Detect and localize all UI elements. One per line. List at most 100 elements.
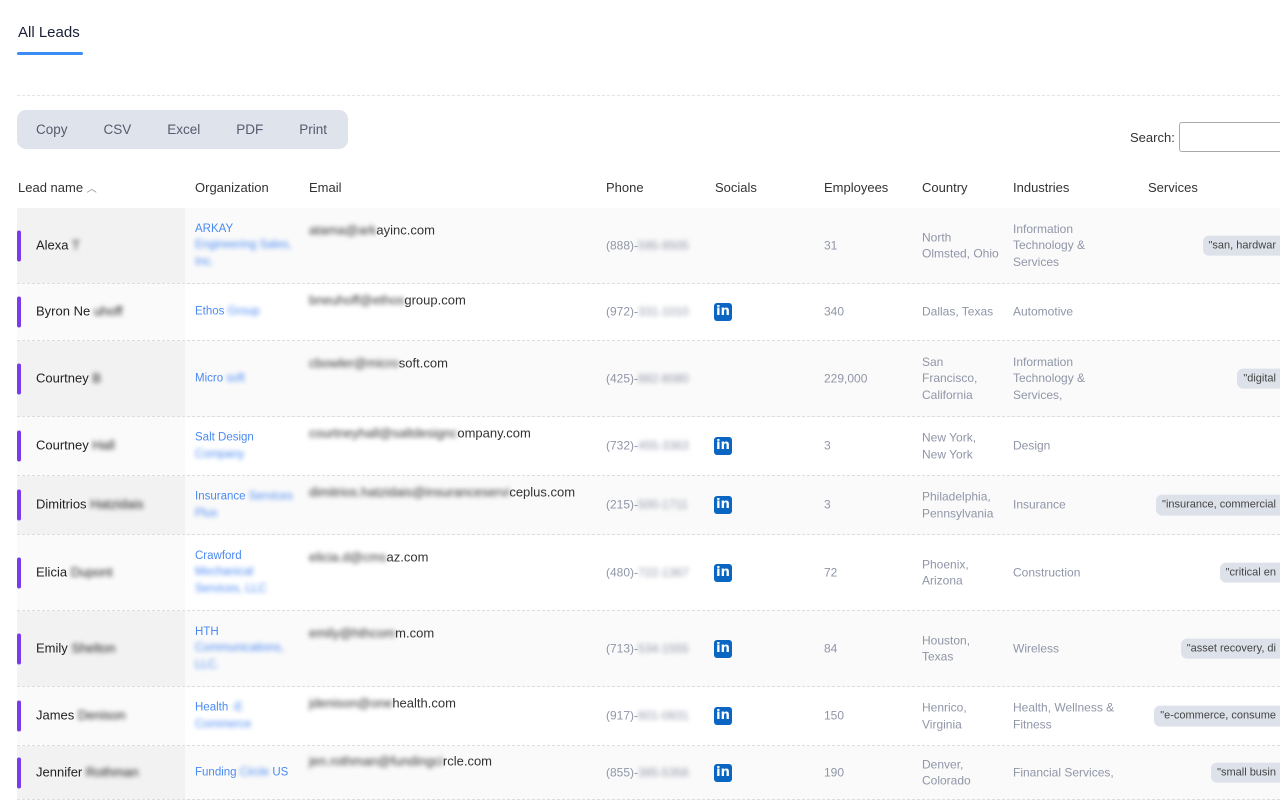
email-visible: ayinc.com (376, 222, 435, 238)
lead-name[interactable]: Alexa T (36, 237, 80, 254)
services-badge: "asset recovery, di (1180, 638, 1280, 659)
pdf-button[interactable]: PDF (218, 122, 281, 137)
services-badge-text: "e-commerce, consume (1154, 705, 1280, 727)
lead-name-visible: Elicia (36, 564, 68, 580)
organization-link[interactable]: Salt Design Company (195, 429, 295, 462)
linkedin-link[interactable]: in (714, 563, 732, 582)
lead-name-redacted: uhoff (93, 303, 123, 319)
country: North Olmsted, Ohio (922, 229, 999, 261)
search-label: Search: (1130, 130, 1175, 145)
table-row[interactable]: Jennifer Rothman Funding Circle US jen.r… (17, 746, 1280, 800)
print-button[interactable]: Print (281, 122, 345, 137)
lead-name-redacted: Hatzidais (90, 496, 144, 512)
header-country[interactable]: Country (922, 180, 968, 195)
header-industries[interactable]: Industries (1013, 180, 1069, 195)
employees: 72 (824, 565, 838, 580)
header-organization[interactable]: Organization (195, 180, 269, 195)
linkedin-icon: in (714, 639, 732, 658)
industries: Insurance (1013, 497, 1066, 512)
phone-visible: (732)- (606, 438, 639, 453)
organization-link[interactable]: ARKAY Engineering Sales, Inc. (195, 220, 295, 270)
organization-link[interactable]: Micro soft (195, 370, 295, 387)
lead-name[interactable]: Byron Ne uhoff (36, 304, 123, 321)
table-row[interactable]: Emily Shelton HTH Communications, LLC. e… (17, 611, 1280, 687)
lead-accent-bar (17, 633, 21, 664)
table-header: Lead name ︿ Organization Email Phone Soc… (0, 178, 1280, 208)
lead-name-visible: Dimitrios (36, 496, 87, 512)
table-row[interactable]: Dimitrios Hatzidais Insurance Services P… (17, 476, 1280, 535)
header-email[interactable]: Email (309, 180, 342, 195)
employees: 340 (824, 304, 845, 319)
lead-accent-bar (17, 700, 21, 732)
excel-button[interactable]: Excel (149, 122, 218, 137)
email-visible: ceplus.com (509, 485, 576, 501)
services-badge: "small busin (1211, 762, 1280, 783)
linkedin-link[interactable]: in (714, 639, 732, 658)
lead-name-visible: Courtney (36, 370, 89, 386)
email-redacted: jen.rothman@fundingci (309, 753, 443, 769)
linkedin-link[interactable]: in (714, 496, 732, 514)
csv-button[interactable]: CSV (86, 122, 150, 137)
header-phone[interactable]: Phone (606, 180, 644, 195)
linkedin-link[interactable]: in (714, 303, 732, 321)
linkedin-icon: in (714, 437, 732, 455)
table-row[interactable]: Byron Ne uhoff Ethos Group bneuhoff@etho… (17, 284, 1280, 341)
search-input[interactable] (1179, 122, 1280, 152)
lead-accent-bar (17, 296, 21, 328)
table-row[interactable]: James Denison Health -E Commerce jdeniso… (17, 687, 1280, 746)
lead-name[interactable]: Jennifer Rothman (36, 764, 139, 781)
linkedin-link[interactable]: in (714, 763, 732, 782)
lead-name[interactable]: Courtney B (36, 370, 101, 387)
lead-name[interactable]: Dimitrios Hatzidais (36, 497, 144, 514)
organization-link[interactable]: Health -E Commerce (195, 699, 295, 732)
industries: Information Technology & Services, (1013, 354, 1086, 402)
country: Philadelphia, Pennsylvania (922, 489, 994, 520)
phone-visible: (713)- (606, 641, 639, 656)
organization-link[interactable]: Funding Circle US (195, 764, 295, 781)
email-redacted: dimitrios.hatzidais@insuranceservi (309, 485, 510, 501)
table-row[interactable]: Courtney Hall Salt Design Company courtn… (17, 417, 1280, 476)
org-redacted: Company (195, 448, 245, 460)
lead-name[interactable]: Elicia Dupont (36, 564, 113, 581)
table-row[interactable]: Elicia Dupont Crawford Mechanical Servic… (17, 535, 1280, 611)
country: Phoenix, Arizona (922, 556, 969, 588)
org-visible: Ethos (195, 305, 225, 318)
header-socials[interactable]: Socials (715, 180, 757, 195)
email-redacted: bneuhoff@ethos (309, 292, 405, 308)
org-redacted: soft (226, 372, 245, 385)
phone-visible: (480)- (606, 565, 639, 580)
header-employees[interactable]: Employees (824, 180, 888, 195)
org-redacted: Circle (239, 766, 270, 779)
organization-link[interactable]: HTH Communications, LLC. (195, 623, 295, 673)
table-row[interactable]: Alexa T ARKAY Engineering Sales, Inc. at… (17, 208, 1280, 284)
org-redacted: Group (227, 305, 260, 318)
organization-link[interactable]: Insurance Services Plus (195, 488, 295, 521)
linkedin-link[interactable]: in (714, 437, 732, 455)
phone-visible: (425)- (606, 371, 639, 386)
tab-all-leads[interactable]: All Leads (18, 24, 80, 41)
linkedin-icon: in (714, 303, 732, 321)
email: courtneyhall@saltdesigncompany.com (309, 426, 531, 443)
lead-name[interactable]: James Denison (36, 708, 126, 725)
phone: (480)-722-1367 (606, 564, 689, 581)
org-visible: HTH (195, 625, 219, 638)
phone: (713)-534-1555 (606, 640, 689, 657)
table-row[interactable]: Courtney B Micro soft cbowler@microsoft.… (17, 341, 1280, 417)
organization-link[interactable]: Ethos Group (195, 304, 295, 321)
linkedin-icon: in (714, 563, 732, 582)
org-visible: Funding (195, 766, 237, 779)
country: Houston, Texas (922, 632, 971, 664)
services-badge: "insurance, commercial (1156, 494, 1280, 516)
header-lead-name[interactable]: Lead name ︿ (18, 180, 97, 195)
email-redacted: emily@hthcom (309, 625, 396, 641)
linkedin-link[interactable]: in (714, 707, 732, 725)
email: dimitrios.hatzidais@insuranceserviceplus… (309, 485, 575, 502)
org-redacted: Mechanical Services, LLC (195, 566, 267, 595)
lead-name[interactable]: Emily Shelton (36, 640, 116, 657)
lead-name[interactable]: Courtney Hall (36, 438, 115, 455)
header-services[interactable]: Services (1148, 180, 1198, 195)
organization-link[interactable]: Crawford Mechanical Services, LLC (195, 547, 295, 597)
copy-button[interactable]: Copy (18, 122, 86, 137)
sort-ascending-icon: ︿ (86, 184, 97, 195)
email-visible: az.com (386, 549, 429, 565)
